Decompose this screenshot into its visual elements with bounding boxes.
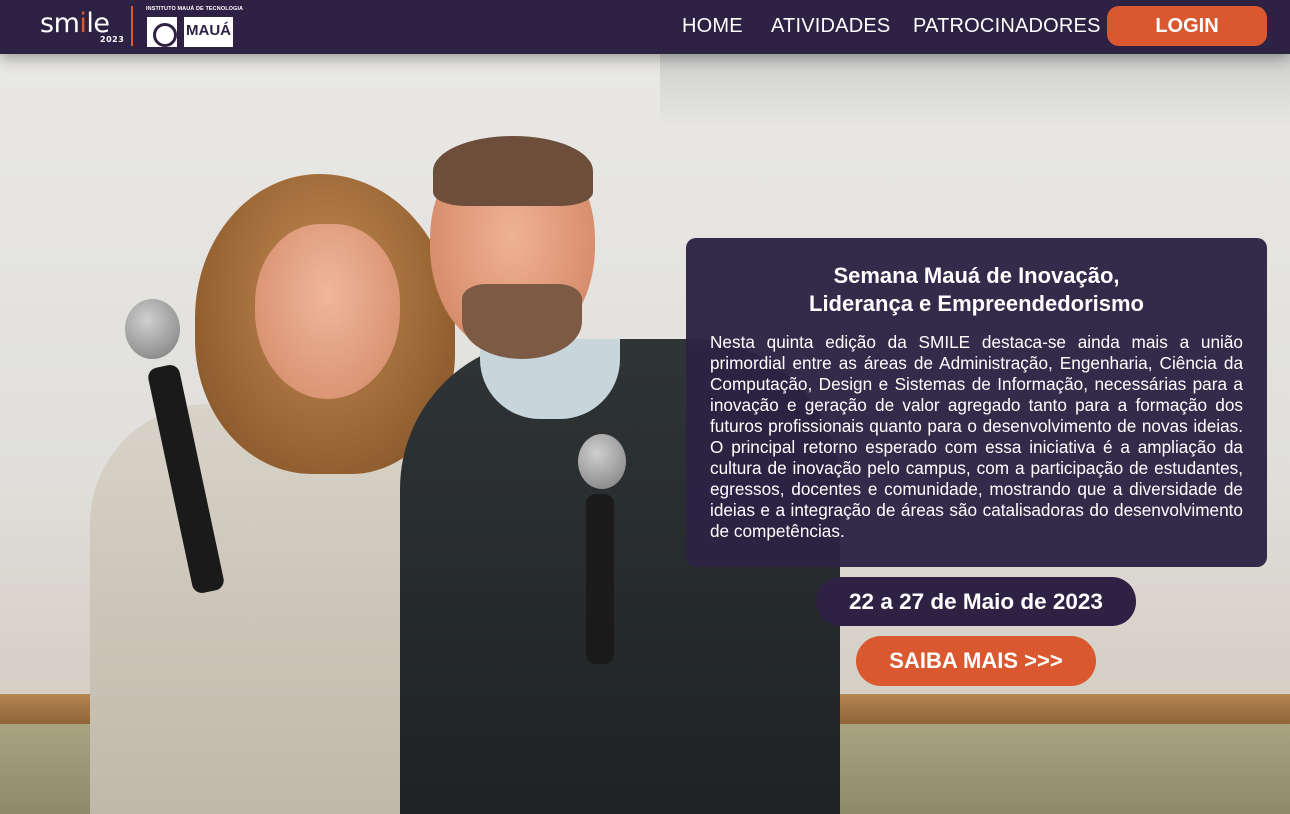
nav-home[interactable]: HOME — [682, 15, 743, 38]
navbar: smile 2023 INSTITUTO MAUÁ DE TECNOLOGIA … — [0, 0, 1290, 54]
event-date-badge: 22 a 27 de Maio de 2023 — [816, 577, 1136, 626]
login-button[interactable]: LOGIN — [1107, 6, 1267, 46]
man-hair — [433, 136, 593, 206]
event-description: Nesta quinta edição da SMILE destaca-se … — [710, 332, 1243, 541]
woman-face — [255, 224, 400, 399]
logo-text-part: sm — [40, 8, 80, 39]
microphone-left-head — [125, 299, 180, 359]
microphone-right-head — [578, 434, 626, 489]
event-title-line2: Liderança e Empreendedorismo — [809, 291, 1144, 316]
saiba-mais-button[interactable]: SAIBA MAIS >>> — [856, 636, 1096, 686]
maua-emblem-icon — [147, 17, 177, 47]
nav-patrocinadores[interactable]: PATROCINADORES — [913, 15, 1101, 38]
event-info-card: Semana Mauá de Inovação, Liderança e Emp… — [686, 238, 1267, 567]
event-title-line1: Semana Mauá de Inovação, — [833, 263, 1120, 288]
microphone-right — [586, 494, 614, 664]
logo-divider — [131, 6, 133, 46]
maua-logo[interactable]: INSTITUTO MAUÁ DE TECNOLOGIA MAUÁ — [146, 6, 243, 48]
logo-year: 2023 — [100, 35, 125, 44]
institute-label: INSTITUTO MAUÁ DE TECNOLOGIA — [146, 6, 244, 12]
projection-screen — [660, 54, 1290, 124]
nav-atividades[interactable]: ATIVIDADES — [771, 15, 890, 38]
event-title: Semana Mauá de Inovação, Liderança e Emp… — [710, 262, 1243, 318]
woman-jacket — [90, 404, 450, 814]
man-beard — [462, 284, 582, 359]
institute-name: MAUÁ — [184, 17, 233, 47]
